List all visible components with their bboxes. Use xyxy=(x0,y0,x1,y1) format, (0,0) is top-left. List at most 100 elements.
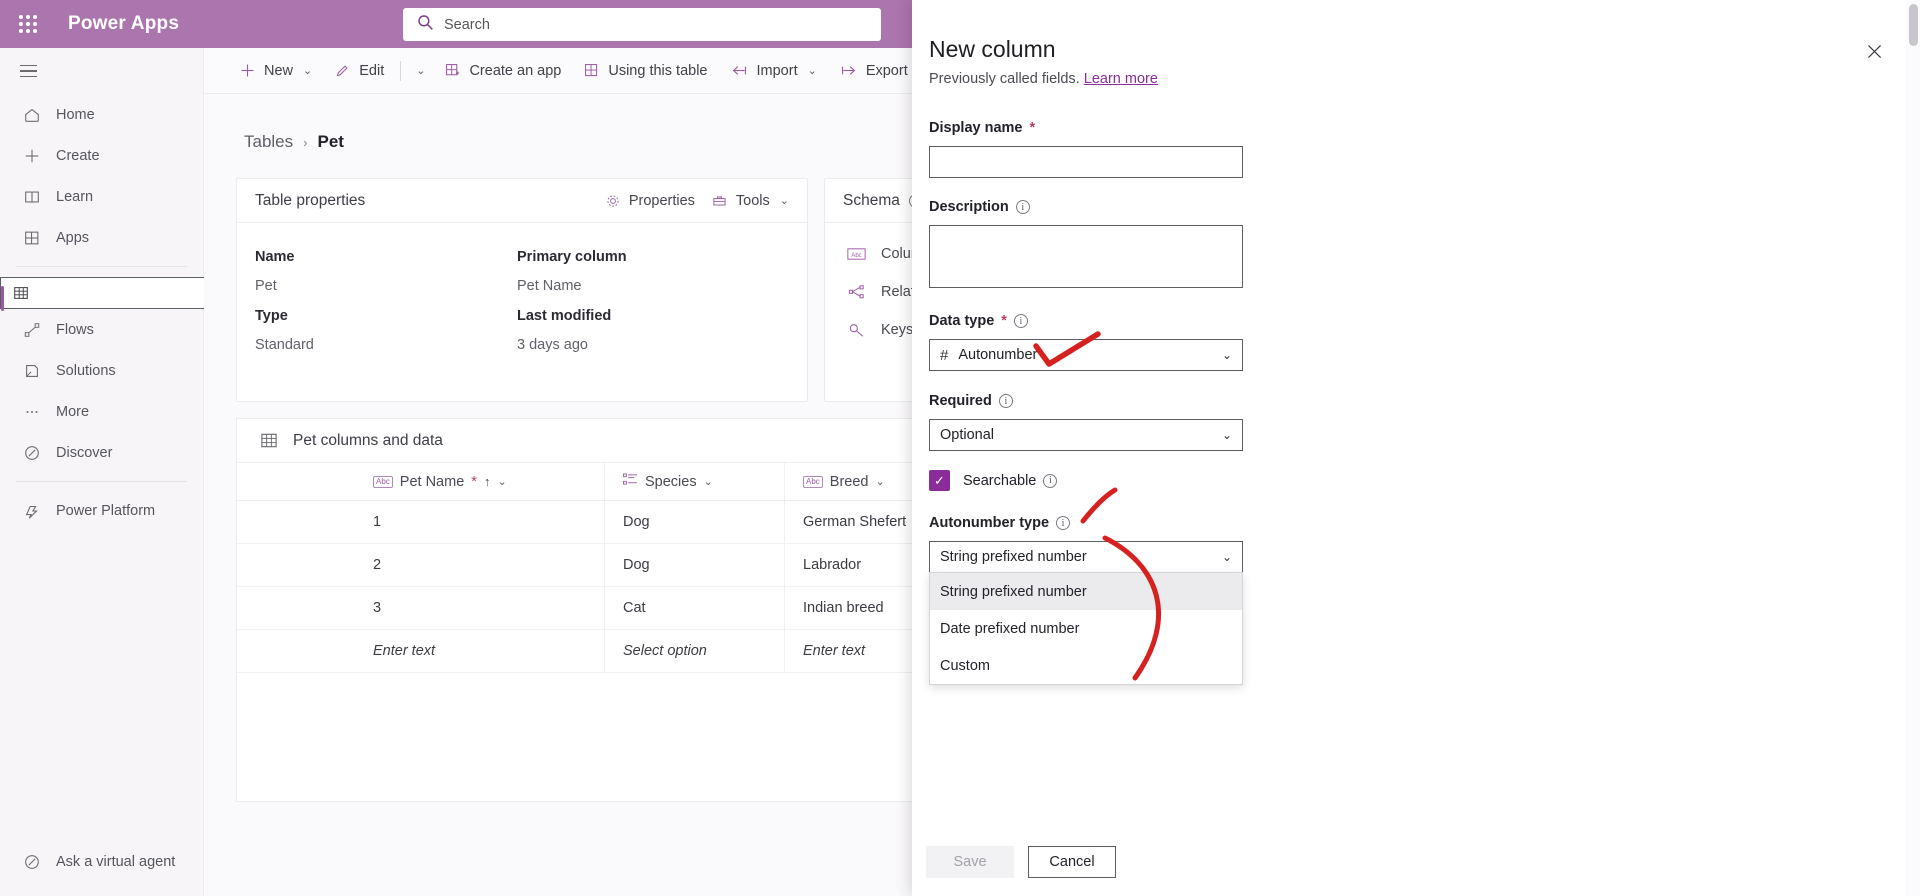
column-header-pet-name[interactable]: Abc Pet Name * ↑ ⌄ xyxy=(355,463,605,500)
info-icon[interactable]: i xyxy=(1013,314,1028,328)
properties-button[interactable]: Properties xyxy=(605,193,695,209)
tools-button[interactable]: Tools ⌄ xyxy=(711,193,789,209)
cell-pet-name[interactable]: 3 xyxy=(355,587,605,629)
sidebar-item-learn[interactable]: Learn xyxy=(0,176,203,217)
autonumber-type-dropdown[interactable]: String prefixed number ⌄ xyxy=(929,541,1243,573)
compass-icon xyxy=(22,443,42,463)
info-icon[interactable]: i xyxy=(1043,473,1058,488)
row-select-cell[interactable] xyxy=(237,587,355,629)
key-icon xyxy=(847,322,867,338)
chevron-down-icon[interactable]: ⌄ xyxy=(416,64,425,77)
new-button[interactable]: New ⌄ xyxy=(230,56,321,86)
waffle-grid-icon[interactable] xyxy=(6,15,50,33)
chevron-down-icon[interactable]: ⌄ xyxy=(497,475,506,488)
import-button[interactable]: Import ⌄ xyxy=(721,56,826,86)
choice-list-icon xyxy=(623,473,638,490)
sort-ascending-icon[interactable]: ↑ xyxy=(484,474,491,489)
breadcrumb-tables[interactable]: Tables xyxy=(244,132,293,152)
sidebar-item-apps[interactable]: Apps xyxy=(0,217,203,258)
option-custom[interactable]: Custom xyxy=(930,647,1242,684)
grid-title: Pet columns and data xyxy=(293,431,443,449)
properties-column-left: Name Pet Type Standard xyxy=(255,249,517,367)
field-value: Pet Name xyxy=(517,278,582,294)
sidebar-item-solutions[interactable]: Solutions xyxy=(0,350,203,391)
column-header-species[interactable]: Species ⌄ xyxy=(605,463,785,500)
abc-column-icon: Abc xyxy=(373,475,393,488)
chevron-down-icon[interactable]: ⌄ xyxy=(1222,348,1232,362)
toolbox-icon xyxy=(711,193,728,209)
new-row-pet-name-placeholder[interactable]: Enter text xyxy=(355,630,605,672)
apps-grid-icon xyxy=(583,62,600,79)
column-label: Pet Name xyxy=(399,473,465,490)
chevron-down-icon[interactable]: ⌄ xyxy=(1222,550,1232,564)
chevron-down-icon[interactable]: ⌄ xyxy=(303,64,312,77)
row-select-cell[interactable] xyxy=(237,544,355,586)
page-scrollbar[interactable] xyxy=(1906,0,1920,896)
autonumber-type-field: Autonumber type i String prefixed number… xyxy=(929,515,1243,573)
save-button[interactable]: Save xyxy=(926,846,1014,878)
panel-footer-buttons: Save Cancel xyxy=(926,846,1116,878)
cell-species[interactable]: Cat xyxy=(605,587,785,629)
data-type-dropdown[interactable]: # Autonumber ⌄ xyxy=(929,339,1243,371)
chevron-down-icon[interactable]: ⌄ xyxy=(876,475,885,488)
using-this-table-button[interactable]: Using this table xyxy=(574,56,716,86)
sidebar-item-flows[interactable]: Flows xyxy=(0,309,203,350)
learn-more-link[interactable]: Learn more xyxy=(1084,71,1158,87)
chevron-down-icon[interactable]: ⌄ xyxy=(704,475,713,488)
power-platform-icon xyxy=(22,501,42,521)
sidebar-item-label: Solutions xyxy=(56,362,116,379)
edit-button[interactable]: Edit xyxy=(325,56,393,86)
global-search[interactable] xyxy=(403,8,881,41)
search-input[interactable] xyxy=(444,16,844,33)
svg-text:Abc: Abc xyxy=(851,253,861,259)
field-label: Primary column xyxy=(517,249,627,265)
hamburger-icon[interactable] xyxy=(6,48,50,94)
create-an-app-button[interactable]: Create an app xyxy=(435,56,570,86)
scrollbar-thumb[interactable] xyxy=(1909,4,1918,46)
import-arrow-icon xyxy=(730,62,749,79)
description-textarea[interactable] xyxy=(929,225,1243,288)
info-icon[interactable]: i xyxy=(1056,516,1071,530)
required-dropdown[interactable]: Optional ⌄ xyxy=(929,419,1243,451)
edit-dropdown-button[interactable]: ⌄ xyxy=(408,56,431,86)
sidebar-footer-label: Ask a virtual agent xyxy=(56,853,176,870)
action-label: Properties xyxy=(628,192,695,209)
command-label: New xyxy=(264,62,294,79)
chevron-down-icon[interactable]: ⌄ xyxy=(808,64,817,77)
app-brand-title[interactable]: Power Apps xyxy=(68,13,179,35)
close-icon[interactable] xyxy=(1861,38,1887,64)
sidebar-item-ask-virtual-agent[interactable]: Ask a virtual agent xyxy=(0,841,204,882)
relationship-icon xyxy=(847,284,867,300)
pencil-icon xyxy=(334,62,351,79)
searchable-checkbox[interactable]: ✓ xyxy=(929,470,950,491)
cell-species[interactable]: Dog xyxy=(605,544,785,586)
cell-species[interactable]: Dog xyxy=(605,501,785,543)
sidebar-item-discover[interactable]: Discover xyxy=(0,432,203,473)
info-icon[interactable]: i xyxy=(1015,200,1030,214)
display-name-input[interactable] xyxy=(929,146,1243,178)
sidebar-item-power-platform[interactable]: Power Platform xyxy=(0,490,203,531)
cell-pet-name[interactable]: 2 xyxy=(355,544,605,586)
option-date-prefixed-number[interactable]: Date prefixed number xyxy=(930,610,1242,647)
command-label: Import xyxy=(756,62,798,79)
panel-subtitle: Previously called fields. Learn more xyxy=(929,71,1158,87)
chevron-down-icon[interactable]: ⌄ xyxy=(1222,428,1232,442)
info-icon[interactable]: i xyxy=(998,394,1013,408)
cancel-button[interactable]: Cancel xyxy=(1028,846,1116,878)
row-select-cell[interactable] xyxy=(237,630,355,672)
option-string-prefixed-number[interactable]: String prefixed number xyxy=(930,573,1242,610)
abc-column-icon: Abc xyxy=(803,475,823,488)
app-create-icon xyxy=(444,62,461,79)
cell-pet-name[interactable]: 1 xyxy=(355,501,605,543)
new-row-species-placeholder[interactable]: Select option xyxy=(605,630,785,672)
row-select-cell[interactable] xyxy=(237,501,355,543)
sidebar-item-create[interactable]: Create xyxy=(0,135,203,176)
breadcrumb-current: Pet xyxy=(317,132,344,151)
schema-item-label: Keys xyxy=(881,322,914,338)
sidebar-item-more[interactable]: More xyxy=(0,391,203,432)
label-text: Description xyxy=(929,199,1009,215)
sidebar-item-home[interactable]: Home xyxy=(0,94,203,135)
column-label: Species xyxy=(645,473,697,490)
chevron-down-icon[interactable]: ⌄ xyxy=(780,194,789,207)
label-text: Required xyxy=(929,393,992,409)
